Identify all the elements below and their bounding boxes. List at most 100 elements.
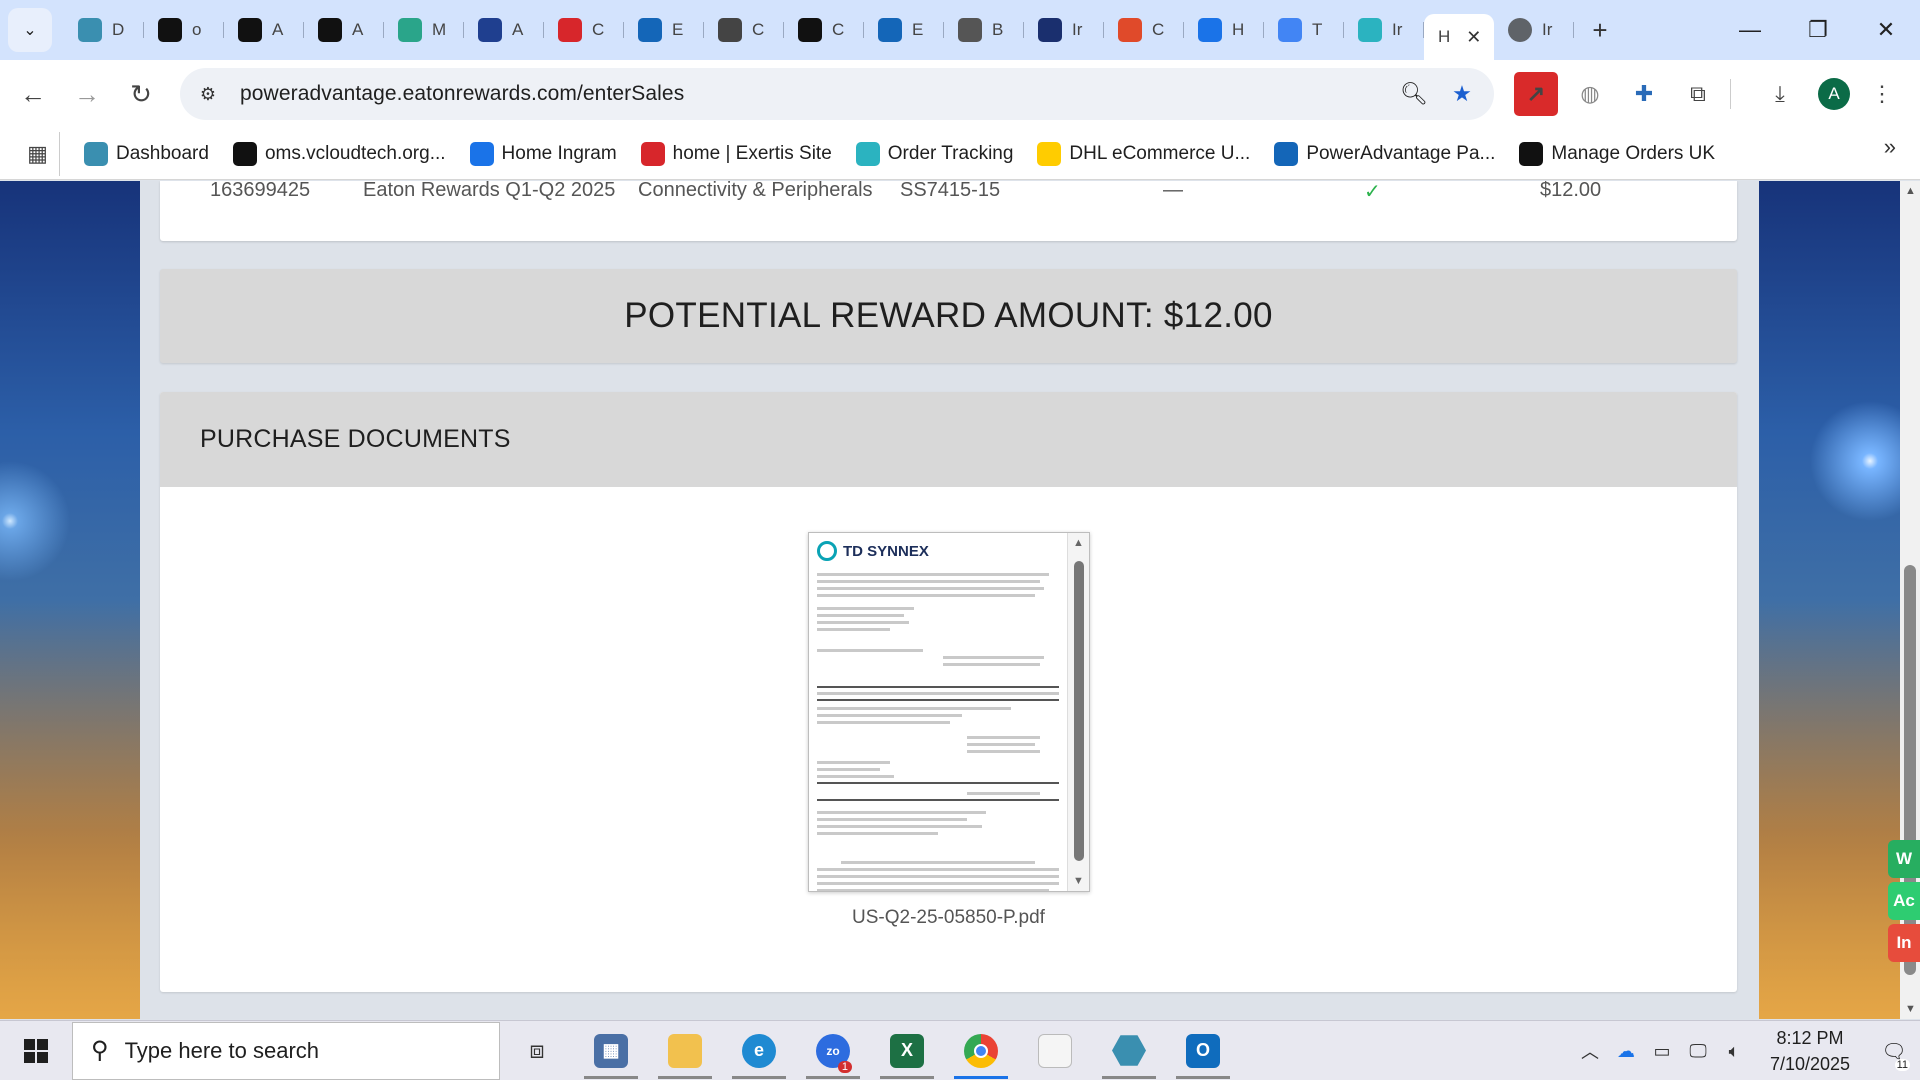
scroll-up-icon[interactable]: ▲ (1073, 537, 1084, 549)
globe-extension-button[interactable]: ◍ (1568, 72, 1612, 116)
browser-tab[interactable]: A (304, 10, 384, 50)
forward-button[interactable]: → (60, 67, 114, 121)
downloads-button[interactable]: ⤓ (1758, 72, 1802, 116)
document-preview[interactable]: TD SYNNEX ▲ ▼ (808, 532, 1090, 892)
scroll-up-icon[interactable]: ▲ (1905, 185, 1916, 197)
row-amount: $12.00 (1540, 181, 1602, 201)
battery-icon[interactable]: ▭ (1644, 1021, 1680, 1080)
browser-tab[interactable]: Ir (1494, 10, 1574, 50)
minimize-button[interactable]: — (1716, 0, 1784, 60)
bookmark-item[interactable]: oms.vcloudtech.org... (221, 134, 458, 174)
restore-button[interactable]: ❐ (1784, 0, 1852, 60)
profile-avatar[interactable]: A (1818, 78, 1850, 110)
browser-tab[interactable]: C (544, 10, 624, 50)
bulb-icon (958, 18, 982, 42)
browser-tab[interactable]: Ir (1344, 10, 1424, 50)
browser-tab[interactable]: Ir (1024, 10, 1104, 50)
excel-app[interactable]: X (870, 1021, 944, 1080)
bookmark-item[interactable]: PowerAdvantage Pa... (1262, 134, 1507, 174)
reload-button[interactable]: ↻ (114, 67, 168, 121)
edge-app[interactable]: e (722, 1021, 796, 1080)
back-button[interactable]: ← (6, 67, 60, 121)
file-explorer-app[interactable] (648, 1021, 722, 1080)
onedrive-icon[interactable]: ☁ (1608, 1021, 1644, 1080)
tab-label: M (432, 20, 447, 39)
puzzle-extension-button[interactable]: ✚ (1622, 72, 1666, 116)
bookmark-item[interactable]: Home Ingram (458, 134, 629, 174)
browser-tab[interactable]: H (1184, 10, 1264, 50)
notification-count: 11 (1894, 1059, 1910, 1071)
bookmark-label: Dashboard (116, 142, 209, 164)
bookmark-item[interactable]: Order Tracking (844, 134, 1026, 174)
bookmark-star-button[interactable]: ★ (1442, 74, 1482, 114)
browser-tab[interactable]: A (464, 10, 544, 50)
tab-search-button[interactable]: ⌄ (8, 8, 52, 52)
pdf-extension-button[interactable]: ↗ (1514, 72, 1558, 116)
chevron-down-icon: ⌄ (23, 22, 37, 39)
bookmark-item[interactable]: home | Exertis Site (629, 134, 844, 174)
site-info-button[interactable]: ⚙ (188, 74, 228, 114)
bookmark-label: home | Exertis Site (672, 142, 832, 164)
zoom-button[interactable]: 🔍︎ (1394, 74, 1434, 114)
extensions-button[interactable]: ⧉ (1676, 72, 1720, 116)
bookmark-item[interactable]: DHL eCommerce U... (1025, 134, 1262, 174)
sales-table-card: 163699425 Eaton Rewards Q1-Q2 2025 Conne… (160, 181, 1737, 241)
side-widget-w[interactable]: W (1888, 840, 1920, 878)
browser-tab[interactable]: D (64, 10, 144, 50)
notepad-app[interactable] (1018, 1021, 1092, 1080)
start-button[interactable] (0, 1021, 72, 1080)
document-filename[interactable]: US-Q2-25-05850-P.pdf (160, 907, 1737, 929)
browser-tab[interactable]: E (864, 10, 944, 50)
url-text[interactable]: poweradvantage.eatonrewards.com/enterSal… (240, 82, 684, 106)
td-synnex-logo-icon (817, 541, 837, 561)
browser-tab[interactable]: A (224, 10, 304, 50)
c-logo-icon (855, 141, 880, 166)
tab-list: Do A A M A C E C C E B Ir C H T Ir H ✕ Ir (64, 0, 1574, 60)
hexagon-icon (78, 18, 102, 42)
volume-icon[interactable]: 🔈︎ (1716, 1021, 1752, 1080)
browser-tab[interactable]: C (704, 10, 784, 50)
browser-tab[interactable]: B (944, 10, 1024, 50)
menu-button[interactable]: ⋮ (1860, 72, 1904, 116)
bookmark-item[interactable]: Manage Orders UK (1507, 134, 1727, 174)
show-hidden-icons-button[interactable]: ︿ (1572, 1021, 1608, 1080)
chrome-app[interactable] (944, 1021, 1018, 1080)
apps-button[interactable]: ▦ (16, 131, 60, 176)
notification-center-button[interactable]: 🗨︎ 11 (1868, 1021, 1920, 1080)
taskbar-search[interactable]: ⚲ Type here to search (72, 1021, 500, 1080)
more-bookmarks-button[interactable]: » (1884, 134, 1896, 160)
preview-scroll-thumb[interactable] (1074, 561, 1084, 861)
side-widget-ac[interactable]: Ac (1888, 882, 1920, 920)
amazon-icon (1519, 141, 1544, 166)
browser-tab-active[interactable]: H ✕ (1424, 14, 1494, 60)
kebab-menu-icon: ⋮ (1871, 81, 1893, 106)
outlook-app[interactable]: O (1166, 1021, 1240, 1080)
scroll-down-icon[interactable]: ▼ (1905, 1003, 1916, 1015)
tab-label: D (112, 20, 125, 39)
browser-tab[interactable]: C (1104, 10, 1184, 50)
task-view-button[interactable]: ⧈ (500, 1021, 574, 1080)
calculator-icon: ▦ (594, 1033, 628, 1068)
browser-tab[interactable]: E (624, 10, 704, 50)
address-bar[interactable]: ⚙ poweradvantage.eatonrewards.com/enterS… (180, 68, 1494, 120)
browser-tab[interactable]: M (384, 10, 464, 50)
clock[interactable]: 8:12 PM 7/10/2025 (1760, 1025, 1860, 1077)
zoom-app[interactable]: zo 1 (796, 1021, 870, 1080)
close-tab-icon[interactable]: ✕ (1466, 27, 1481, 48)
hexagon-app[interactable] (1092, 1021, 1166, 1080)
scroll-down-icon[interactable]: ▼ (1073, 875, 1084, 887)
tune-icon: ⚙ (199, 83, 217, 104)
browser-tab[interactable]: T (1264, 10, 1344, 50)
new-tab-button[interactable]: + (1582, 12, 1618, 48)
window-controls: — ❐ ✕ (1716, 0, 1920, 60)
bookmark-item[interactable]: Dashboard (72, 134, 221, 174)
folder-icon (668, 1033, 702, 1068)
calculator-app[interactable]: ▦ (574, 1021, 648, 1080)
side-widget-in[interactable]: In (1888, 924, 1920, 962)
side-widget: W Ac In (1888, 840, 1920, 1000)
network-icon[interactable]: 🖵︎ (1680, 1021, 1716, 1080)
browser-tab[interactable]: o (144, 10, 224, 50)
browser-tab[interactable]: C (784, 10, 864, 50)
preview-scrollbar[interactable]: ▲ ▼ (1067, 533, 1089, 891)
close-window-button[interactable]: ✕ (1852, 0, 1920, 60)
